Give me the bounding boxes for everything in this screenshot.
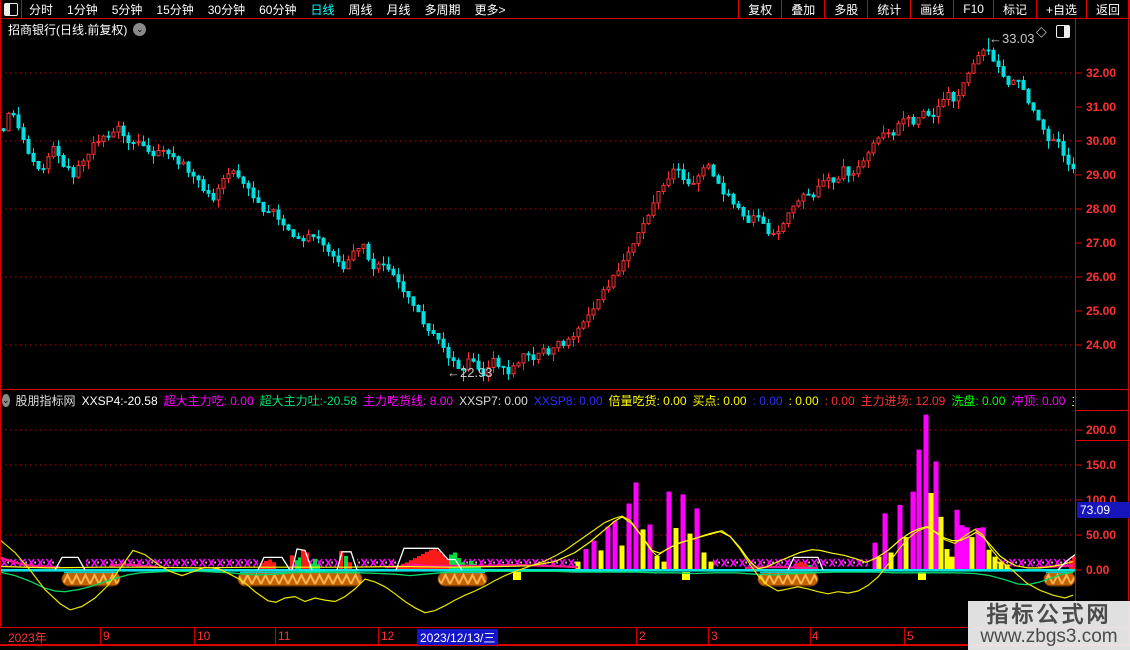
indicator-label: : 0.00 xyxy=(789,394,819,408)
indicator-header: ⌄ 股朋指标网 XXSP4:-20.58 超大主力吃: 0.00 超大主力吐:-20.… xyxy=(2,392,1074,409)
chart-title-bar: 招商银行(日线.前复权) ⌄ xyxy=(8,21,146,38)
diamond-icon[interactable]: ◇ xyxy=(1036,24,1047,38)
time-axis-divider xyxy=(100,628,101,644)
indicator-label: XXSP8: 0.00 xyxy=(534,394,603,408)
time-axis-divider xyxy=(275,628,276,644)
indicator-label: 主力吃货线: 8.00 xyxy=(363,394,453,408)
time-axis-label: 4 xyxy=(812,629,819,643)
split-square-icon[interactable] xyxy=(1056,25,1070,38)
time-axis-divider xyxy=(708,628,709,644)
time-axis-label: 9 xyxy=(103,629,110,643)
indicator-label: XXSP4:-20.58 xyxy=(82,394,158,408)
indicator-label: 倍量吃货: 0.00 xyxy=(609,394,687,408)
y-axis-label: 200.0 xyxy=(1086,423,1130,437)
y-axis-label: 31.00 xyxy=(1086,100,1130,114)
time-axis-divider xyxy=(194,628,195,644)
trading-app-window: 分时1分钟5分钟15分钟30分钟60分钟日线周线月线多周期更多> 复权叠加多股统… xyxy=(0,0,1130,650)
y-axis-label: 32.00 xyxy=(1086,66,1130,80)
price-extreme-annotation: ←22.93 xyxy=(447,365,493,380)
time-axis-label: 3 xyxy=(711,629,718,643)
time-axis-label: 2023年 xyxy=(8,629,47,646)
time-axis-divider xyxy=(636,628,637,644)
time-axis-divider xyxy=(904,628,905,644)
watermark-site-name: 指标公式网 xyxy=(986,603,1111,627)
time-axis-divider xyxy=(810,628,811,644)
indicator-label: 主 xyxy=(1071,394,1074,408)
y-axis-label: 29.00 xyxy=(1086,168,1130,182)
indicator-values: 股朋指标网 XXSP4:-20.58 超大主力吃: 0.00 超大主力吐:-20.58… xyxy=(16,392,1074,409)
y-axis-label: 28.00 xyxy=(1086,202,1130,216)
corner-icons: ◇ xyxy=(1036,24,1070,38)
indicator-label: 超大主力吃: 0.00 xyxy=(164,394,254,408)
chart-canvas[interactable] xyxy=(0,0,1130,650)
y-axis-label: 27.00 xyxy=(1086,236,1130,250)
indicator-label: 洗盘: 0.00 xyxy=(951,394,1005,408)
time-axis-divider xyxy=(378,628,379,644)
indicator-label: 超大主力吐:-20.58 xyxy=(260,394,357,408)
selected-date-label: 2023/12/13/三 xyxy=(417,629,498,646)
y-axis-label: 30.00 xyxy=(1086,134,1130,148)
time-axis-label: 12 xyxy=(381,629,394,643)
indicator-label: : 0.00 xyxy=(825,394,855,408)
y-axis-label: 150.0 xyxy=(1086,458,1130,472)
y-axis-label: 50.00 xyxy=(1086,528,1130,542)
indicator-label: 买点: 0.00 xyxy=(693,394,747,408)
chevron-down-icon[interactable]: ⌄ xyxy=(133,23,146,36)
indicator-label: 主力进场: 12.09 xyxy=(861,394,946,408)
time-axis-label: 2 xyxy=(639,629,646,643)
indicator-current-value-badge: 73.09 xyxy=(1077,502,1130,518)
time-axis-label: 5 xyxy=(907,629,914,643)
watermark: 指标公式网 www.zbgs3.com xyxy=(968,601,1130,650)
watermark-url: www.zbgs3.com xyxy=(980,627,1117,648)
indicator-chevron-icon[interactable]: ⌄ xyxy=(2,394,10,407)
y-axis-label: 26.00 xyxy=(1086,270,1130,284)
bottom-strip xyxy=(0,645,1130,650)
indicator-label: : 0.00 xyxy=(753,394,783,408)
time-axis-label: 11 xyxy=(278,629,290,643)
price-extreme-annotation: ←33.03 xyxy=(989,31,1035,46)
y-axis-label: 0.00 xyxy=(1086,563,1130,577)
indicator-label: XXSP7: 0.00 xyxy=(459,394,528,408)
page-title: 招商银行(日线.前复权) xyxy=(8,21,127,38)
time-axis: 2023年 9 10 11 12 2023/12/13/三 2 3 4 5 xyxy=(0,628,1128,644)
indicator-label: 股朋指标网 xyxy=(16,394,76,408)
y-axis-label: 25.00 xyxy=(1086,304,1130,318)
time-axis-label: 10 xyxy=(197,629,210,643)
indicator-label: 冲顶: 0.00 xyxy=(1011,394,1065,408)
y-axis-label: 24.00 xyxy=(1086,338,1130,352)
